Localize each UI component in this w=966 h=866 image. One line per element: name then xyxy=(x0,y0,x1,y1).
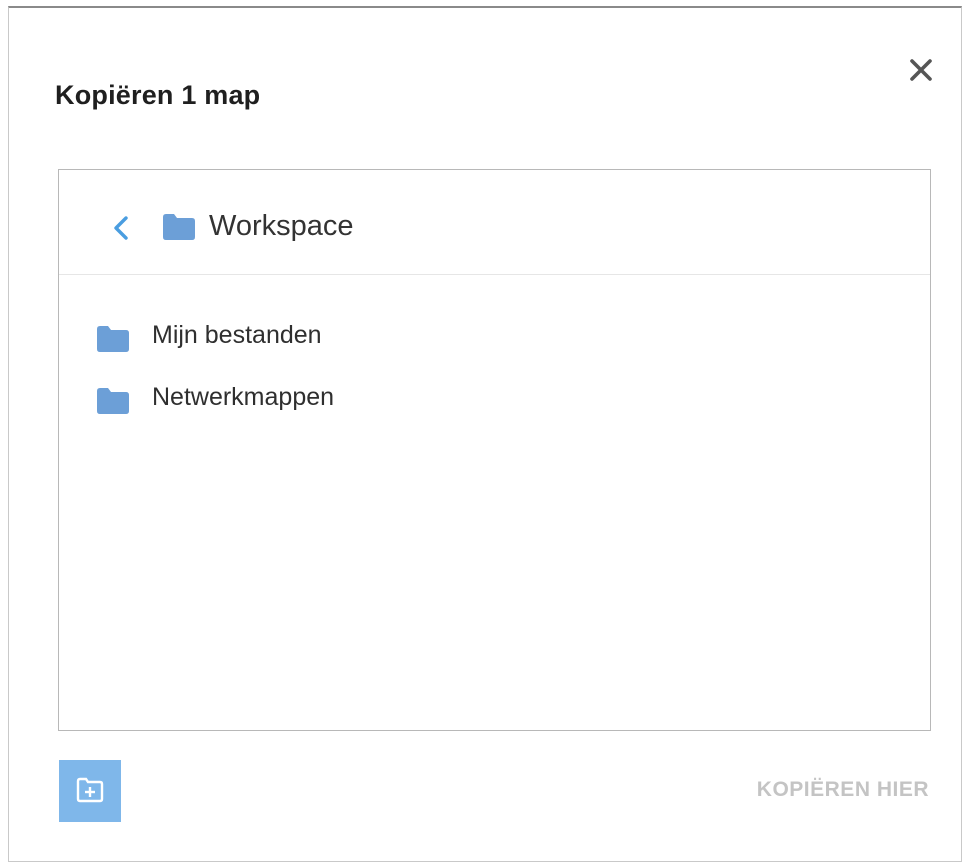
back-button[interactable] xyxy=(109,214,133,242)
list-item[interactable]: Mijn bestanden xyxy=(89,314,789,354)
folder-icon xyxy=(163,214,195,240)
folder-icon xyxy=(97,326,129,352)
folder-browser: Workspace Mijn bestanden Netwerkmappen xyxy=(58,169,931,731)
close-icon xyxy=(910,59,932,81)
folder-icon xyxy=(97,388,129,414)
browser-header: Workspace xyxy=(59,170,930,275)
new-folder-icon xyxy=(76,777,104,803)
copy-dialog: Kopiëren 1 map Workspace Mijn bestanden … xyxy=(8,6,962,862)
close-button[interactable] xyxy=(903,52,939,88)
current-folder-title: Workspace xyxy=(209,210,354,242)
dialog-title: Kopiëren 1 map xyxy=(55,80,261,110)
list-item-label: Mijn bestanden xyxy=(152,321,322,349)
copy-here-button[interactable]: KOPIËREN HIER xyxy=(709,778,929,808)
list-item-label: Netwerkmappen xyxy=(152,383,335,411)
chevron-left-icon xyxy=(114,216,128,240)
list-item[interactable]: Netwerkmappen xyxy=(89,376,789,416)
new-folder-button[interactable] xyxy=(59,760,121,822)
